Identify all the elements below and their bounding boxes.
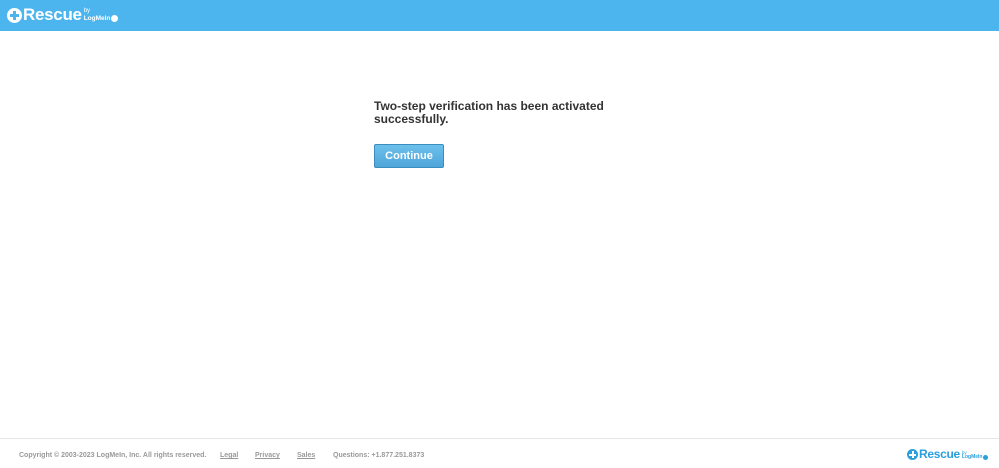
footer-logo-byline: by LogMeIn: [962, 450, 989, 460]
logmein-badge-icon: [111, 15, 119, 22]
plus-circle-icon: [7, 7, 22, 23]
rescue-logo[interactable]: Rescue by LogMeIn: [7, 5, 119, 24]
footer: Copyright © 2003-2023 LogMeIn, Inc. All …: [0, 438, 999, 468]
plus-circle-icon: [907, 449, 918, 460]
copyright-text: Copyright © 2003-2023 LogMeIn, Inc. All …: [19, 452, 207, 459]
footer-logo-brand: LogMeIn: [961, 453, 989, 460]
questions-phone: Questions: +1.877.251.8373: [333, 452, 425, 459]
footer-rescue-logo[interactable]: Rescue by LogMeIn: [907, 447, 989, 461]
footer-logo-wordmark: Rescue: [919, 447, 960, 461]
logo-by-text: by: [83, 8, 91, 14]
footer-logo-brand-text: LogMeIn: [961, 453, 983, 460]
page: Rescue by LogMeIn Two-step verification …: [0, 0, 999, 468]
logo-brand-text: LogMeIn: [83, 15, 111, 22]
logo-brand: LogMeIn: [84, 15, 119, 22]
top-header: Rescue by LogMeIn: [0, 0, 999, 31]
logmein-badge-icon: [983, 454, 989, 460]
privacy-link[interactable]: Privacy: [255, 452, 280, 459]
logo-byline: by LogMeIn: [84, 8, 119, 22]
success-message: Two-step verification has been activated…: [374, 99, 604, 126]
continue-button[interactable]: Continue: [374, 144, 444, 168]
legal-link[interactable]: Legal: [220, 452, 238, 459]
logo-wordmark: Rescue: [23, 5, 82, 24]
sales-link[interactable]: Sales: [297, 452, 315, 459]
